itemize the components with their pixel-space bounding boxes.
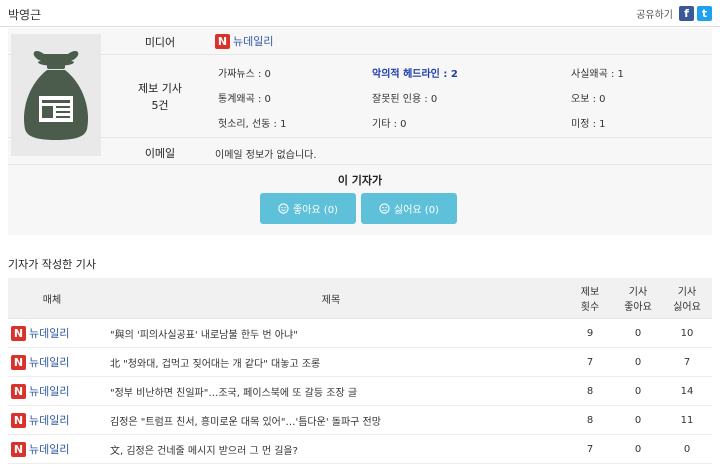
table-row[interactable]: N 뉴데일리 北 "청와대, 겁먹고 짖어대는 개 같다" 대놓고 조롱 7 0 … [8, 347, 712, 377]
col-reports: 제보 횟수 [566, 278, 614, 319]
category-nonsense[interactable]: 헛소리, 선동 : 1 [218, 115, 286, 130]
dislike-count: 7 [662, 347, 712, 377]
report-count: 7 [566, 347, 614, 377]
reporter-name: 박영근 [8, 8, 42, 22]
category-other[interactable]: 기타 : 0 [372, 115, 407, 130]
category-undecided[interactable]: 미정 : 1 [571, 115, 606, 130]
like-count: 0 [614, 376, 662, 406]
outlet-name[interactable]: 뉴데일리 [29, 441, 69, 457]
article-title[interactable]: "정부 비난하면 친일파"…조국, 페이스북에 또 갈등 조장 글 [96, 376, 566, 406]
category-malicious-headline[interactable]: 악의적 헤드라인 : 2 [372, 65, 458, 80]
report-count: 7 [566, 434, 614, 464]
email-value: 이메일 정보가 없습니다. [215, 150, 317, 161]
table-row[interactable]: N 뉴데일리 김정은 "트럼프 친서, 흥미로운 대목 있어"…'틈다운' 돌파구… [8, 405, 712, 435]
newdaily-logo-icon: N [11, 325, 26, 341]
category-misquote[interactable]: 잘못된 인용 : 0 [372, 90, 437, 105]
outlet-name[interactable]: 뉴데일리 [29, 412, 69, 428]
dislike-button[interactable]: 싫어요 (0) [361, 193, 457, 224]
facebook-share-icon[interactable]: f [679, 6, 694, 21]
like-button[interactable]: 좋아요 (0) [260, 193, 356, 224]
share-bar: 공유하기 f t [636, 6, 712, 21]
reporter-info-box [8, 28, 712, 235]
category-stat-distortion[interactable]: 통계왜곡 : 0 [218, 90, 271, 105]
articles-section-title: 기자가 작성한 기사 [8, 258, 96, 271]
media-name: 뉴데일리 [233, 35, 274, 48]
col-dislikes: 기사 싫어요 [662, 278, 712, 319]
newdaily-logo-icon: N [11, 441, 26, 457]
category-misreport[interactable]: 오보 : 0 [571, 90, 606, 105]
articles-header-row: 매체 제목 제보 횟수 기사 좋아요 기사 싫어요 [8, 278, 712, 319]
report-count-value: 5건 [151, 99, 169, 112]
dislike-count: 14 [662, 376, 712, 406]
frown-icon [379, 203, 390, 214]
like-count: 0 [614, 347, 662, 377]
article-title[interactable]: 김정은 "트럼프 친서, 흥미로운 대목 있어"…'틈다운' 돌파구 전망 [96, 405, 566, 435]
newdaily-logo-icon: N [215, 33, 230, 49]
articles-table: 매체 제목 제보 횟수 기사 좋아요 기사 싫어요 N 뉴데일리 "與의 '피의사실공표… [8, 278, 712, 464]
smile-icon [278, 203, 289, 214]
category-fact-distortion[interactable]: 사실왜곡 : 1 [571, 65, 624, 80]
article-title[interactable]: 文, 김정은 건네줄 메시지 받으러 그 먼 길을? [96, 434, 566, 464]
vote-title: 이 기자가 [337, 174, 383, 187]
like-count: 0 [614, 405, 662, 435]
dislike-button-label: 싫어요 (0) [394, 205, 439, 216]
twitter-share-icon[interactable]: t [697, 6, 712, 21]
category-fake-news[interactable]: 가짜뉴스 : 0 [218, 65, 271, 80]
reporter-photo [11, 34, 101, 156]
table-row[interactable]: N 뉴데일리 文, 김정은 건네줄 메시지 받으러 그 먼 길을? 7 0 0 [8, 434, 712, 464]
media-link[interactable]: N 뉴데일리 [215, 33, 273, 49]
share-label: 공유하기 [636, 10, 673, 21]
like-count: 0 [614, 318, 662, 348]
newdaily-logo-icon: N [11, 354, 26, 370]
article-title[interactable]: "與의 '피의사실공표' 내로남불 한두 번 아냐" [96, 318, 566, 348]
outlet-name[interactable]: 뉴데일리 [29, 383, 69, 399]
report-count: 9 [566, 318, 614, 348]
col-media: 매체 [8, 278, 96, 319]
email-label: 이메일 [144, 147, 176, 160]
money-bag-icon [11, 34, 101, 156]
outlet-name[interactable]: 뉴데일리 [29, 325, 69, 341]
outlet-name[interactable]: 뉴데일리 [29, 354, 69, 370]
media-label: 미디어 [144, 36, 176, 49]
col-title: 제목 [96, 278, 566, 319]
report-count: 8 [566, 405, 614, 435]
table-row[interactable]: N 뉴데일리 "정부 비난하면 친일파"…조국, 페이스북에 또 갈등 조장 글 … [8, 376, 712, 406]
col-likes: 기사 좋아요 [614, 278, 662, 319]
header-divider [0, 26, 720, 27]
newdaily-logo-icon: N [11, 383, 26, 399]
report-count-label: 제보 기사 [138, 82, 182, 95]
dislike-count: 0 [662, 434, 712, 464]
like-count: 0 [614, 434, 662, 464]
dislike-count: 11 [662, 405, 712, 435]
dislike-count: 10 [662, 318, 712, 348]
newdaily-logo-icon: N [11, 412, 26, 428]
report-count: 8 [566, 376, 614, 406]
table-row[interactable]: N 뉴데일리 "與의 '피의사실공표' 내로남불 한두 번 아냐" 9 0 10 [8, 318, 712, 348]
like-button-label: 좋아요 (0) [293, 205, 338, 216]
article-title[interactable]: 北 "청와대, 겁먹고 짖어대는 개 같다" 대놓고 조롱 [96, 347, 566, 377]
